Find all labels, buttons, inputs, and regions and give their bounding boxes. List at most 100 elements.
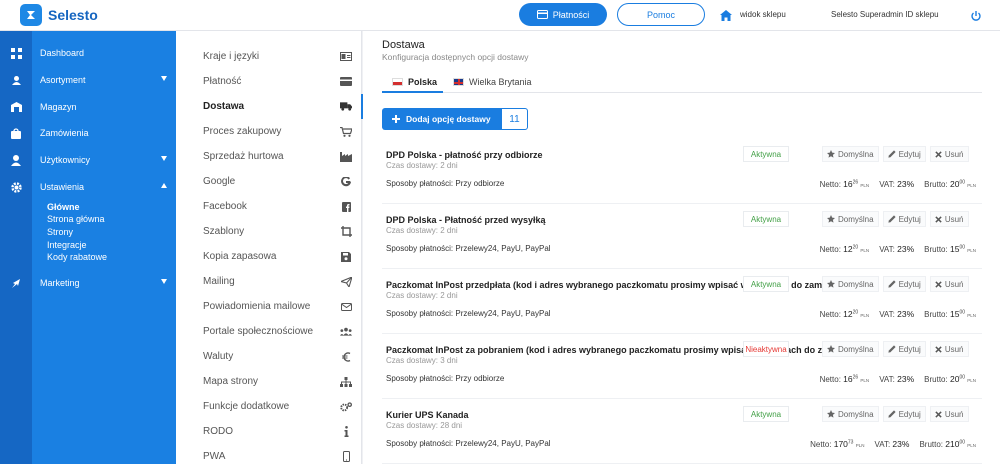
page-title: Dostawa [382,39,425,51]
delete-button[interactable]: Usuń [929,406,969,422]
logo-icon [27,11,35,19]
net-price: Netto: 1220 PLN [819,309,870,319]
settings-item-gdpr[interactable]: RODO [176,419,362,444]
sidebar-item-users[interactable]: Użytkownicy [0,147,176,173]
vat-rate: VAT: 23% [879,179,915,189]
country-tabs: Polska Wielka Brytania [382,71,982,93]
tab-great-britain[interactable]: Wielka Brytania [453,77,532,87]
settings-item-countries[interactable]: Kraje i języki [176,44,362,69]
home-icon[interactable] [720,8,732,26]
status-badge[interactable]: Aktywna [743,211,789,227]
settings-item-facebook[interactable]: Facebook [176,194,362,219]
sidebar-item-label: Asortyment [40,75,86,85]
sidebar-item-label: Zamówienia [40,128,89,138]
status-badge[interactable]: Aktywna [743,146,789,162]
status-badge[interactable]: Nieaktywna [743,341,789,357]
settings-item-payment[interactable]: Płatność [176,69,362,94]
edit-button[interactable]: Edytuj [882,341,926,357]
edit-button[interactable]: Edytuj [882,406,926,422]
option-delivery-time: Czas dostawy: 2 dni [386,291,458,300]
mobile-icon [340,451,352,462]
settings-item-wholesale[interactable]: Sprzedaż hurtowa [176,144,362,169]
settings-item-backup[interactable]: Kopia zapasowa [176,244,362,269]
settings-item-extra-functions[interactable]: Funkcje dodatkowe [176,394,362,419]
settings-item-google[interactable]: Google [176,169,362,194]
industry-icon [340,151,352,162]
sidebar-sub-discount-codes[interactable]: Kody rabatowe [47,252,107,262]
option-name: Kurier UPS Kanada [386,410,469,420]
gross-price: Brutto: 2000 PLN [924,374,976,384]
sidebar-item-dashboard[interactable]: Dashboard [0,40,176,66]
selesto-logo[interactable] [20,4,42,26]
sidebar-sub-integrations[interactable]: Integracje [47,240,87,250]
active-tab-indicator [382,91,443,93]
edit-button[interactable]: Edytuj [882,146,926,162]
net-price: Netto: 1626 PLN [819,374,870,384]
shop-view-link[interactable]: widok sklepu [740,10,786,19]
top-bar: Selesto Płatności Pomoc widok sklepu Sel… [0,0,1000,31]
pencil-icon [887,410,896,418]
social-users-icon [340,326,352,337]
settings-item-templates[interactable]: Szablony [176,219,362,244]
help-button[interactable]: Pomoc [617,3,705,26]
set-default-button[interactable]: Domyślna [822,406,879,422]
status-badge[interactable]: Aktywna [743,276,789,292]
settings-item-purchase-process[interactable]: Proces zakupowy [176,119,362,144]
option-actions: Domyślna Edytuj Usuń [822,276,969,292]
users-icon [0,154,32,166]
settings-item-currencies[interactable]: Waluty [176,344,362,369]
gross-price: Brutto: 1500 PLN [924,244,976,254]
delivery-option-row: DPD Polska - Płatność przed wysyłką Czas… [382,211,982,269]
settings-item-label: RODO [203,426,233,437]
pencil-icon [887,150,896,158]
sidebar-item-marketing[interactable]: Marketing [0,270,176,296]
option-prices: Netto: 1626 PLN VAT: 23% Brutto: 2000 PL… [820,374,976,384]
edit-button[interactable]: Edytuj [882,276,926,292]
option-name: Paczkomat InPost za pobraniem (kod i adr… [386,345,872,355]
set-default-button[interactable]: Domyślna [822,341,879,357]
status-badge[interactable]: Aktywna [743,406,789,422]
delete-button[interactable]: Usuń [929,341,969,357]
sidebar-sub-homepage[interactable]: Strona główna [47,214,105,224]
delete-button[interactable]: Usuń [929,146,969,162]
delete-button[interactable]: Usuń [929,211,969,227]
settings-item-email-notifications[interactable]: Powiadomienia mailowe [176,294,362,319]
settings-item-delivery[interactable]: Dostawa [176,94,363,119]
sidebar-item-orders[interactable]: Zamówienia [0,120,176,146]
option-delivery-time: Czas dostawy: 28 dni [386,421,463,430]
add-delivery-option-button[interactable]: Dodaj opcję dostawy [382,108,501,130]
sidebar-item-settings[interactable]: Ustawienia [0,174,176,200]
sidebar-sub-main[interactable]: Główne [47,202,80,212]
settings-item-sitemap[interactable]: Mapa strony [176,369,362,394]
sidebar-item-warehouse[interactable]: Magazyn [0,94,176,120]
net-price: Netto: 1626 PLN [819,179,870,189]
pencil-icon [887,280,896,288]
uk-flag-icon [453,78,464,86]
tab-poland[interactable]: Polska [392,77,437,87]
close-icon [935,345,942,353]
sidebar-item-label: Magazyn [40,102,77,112]
settings-menu: Kraje i języki Płatność Dostawa Proces z… [176,31,363,464]
chevron-down-icon [161,76,167,81]
logout-button[interactable] [966,6,986,26]
gross-price: Brutto: 21000 PLN [919,439,976,449]
delivery-option-row: Kurier UPS Kanada Czas dostawy: 28 dni S… [382,406,982,464]
settings-item-label: Google [203,176,236,187]
payments-button[interactable]: Płatności [519,3,607,26]
delete-button[interactable]: Usuń [929,276,969,292]
settings-item-social-portals[interactable]: Portale społecznościowe [176,319,362,344]
star-icon [827,280,835,288]
sidebar-item-label: Dashboard [40,48,85,58]
sidebar-sub-pages[interactable]: Strony [47,227,73,237]
set-default-button[interactable]: Domyślna [822,211,879,227]
settings-item-mailing[interactable]: Mailing [176,269,362,294]
vat-rate: VAT: 23% [879,374,915,384]
edit-button[interactable]: Edytuj [882,211,926,227]
set-default-button[interactable]: Domyślna [822,276,879,292]
settings-icon [0,181,32,193]
option-delivery-time: Czas dostawy: 2 dni [386,226,458,235]
sidebar-item-assortment[interactable]: Asortyment [0,67,176,93]
settings-item-pwa[interactable]: PWA [176,444,362,464]
marketing-icon [0,278,32,289]
set-default-button[interactable]: Domyślna [822,146,879,162]
